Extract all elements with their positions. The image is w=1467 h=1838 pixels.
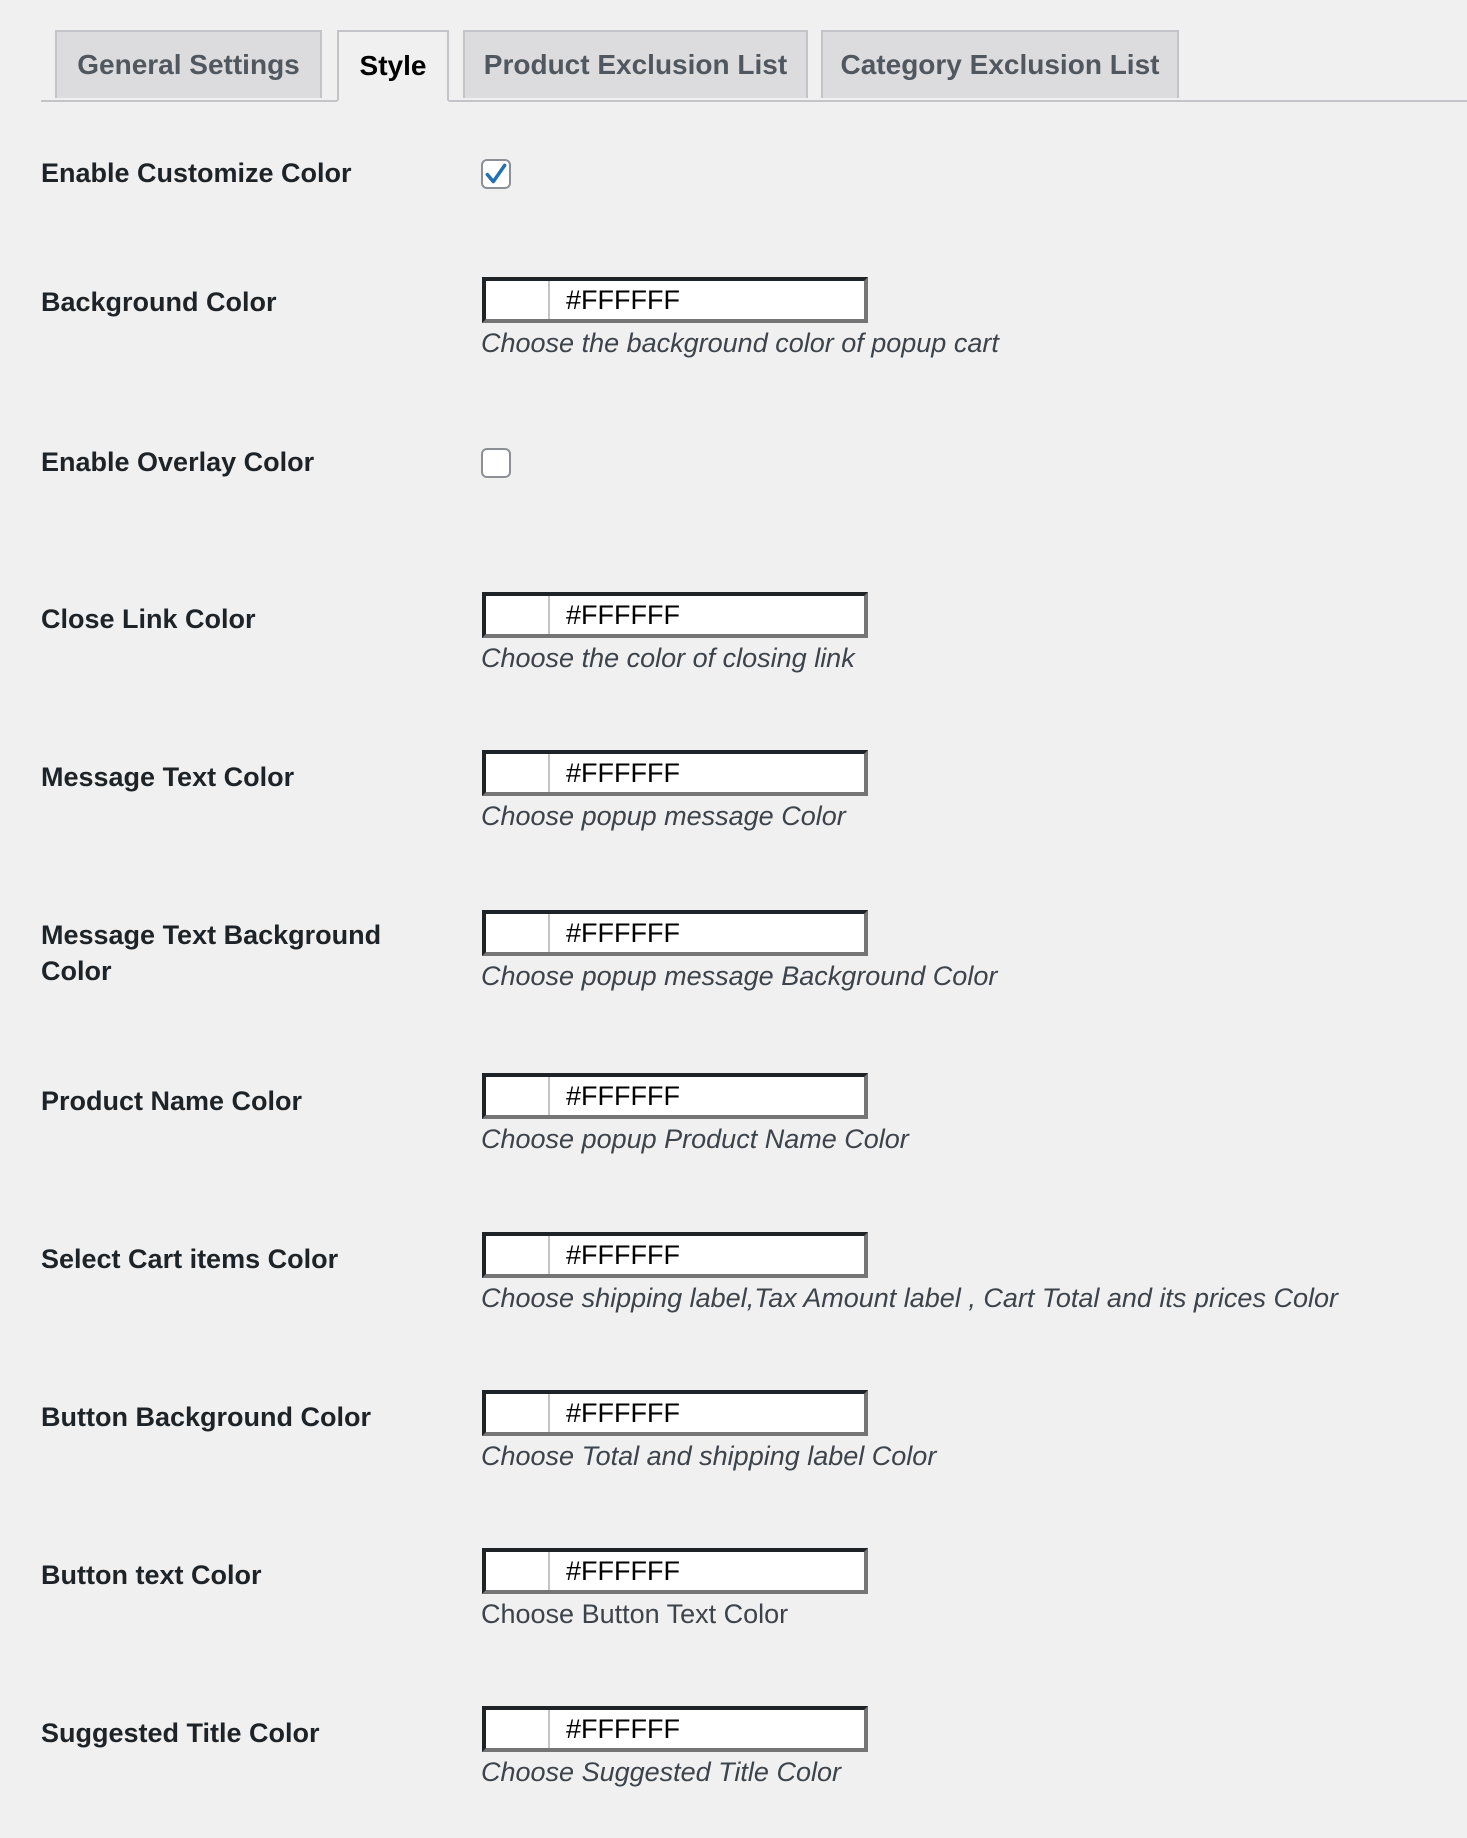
select-cart-items-color-picker[interactable]: #FFFFFF (482, 1232, 868, 1278)
tab-category-exclusion-list[interactable]: Category Exclusion List (821, 30, 1179, 98)
color-swatch[interactable] (486, 754, 550, 792)
setting-label: Product Name Color (41, 1086, 303, 1116)
setting-label: Enable Customize Color (41, 158, 352, 188)
setting-description: Choose Button Text Color (481, 1599, 789, 1629)
enable-customize-color-checkbox[interactable] (481, 159, 511, 189)
enable-overlay-color-checkbox[interactable] (481, 448, 511, 478)
button-text-color-picker[interactable]: #FFFFFF (482, 1548, 868, 1594)
setting-description: Choose the background color of popup car… (481, 328, 999, 358)
color-hex-value[interactable]: #FFFFFF (550, 1710, 680, 1748)
message-text-color-picker[interactable]: #FFFFFF (482, 750, 868, 796)
color-swatch[interactable] (486, 914, 550, 952)
color-hex-value[interactable]: #FFFFFF (550, 1236, 680, 1274)
color-hex-value[interactable]: #FFFFFF (550, 914, 680, 952)
color-hex-value[interactable]: #FFFFFF (550, 754, 680, 792)
setting-label: Background Color (41, 287, 277, 317)
color-swatch[interactable] (486, 1394, 550, 1432)
color-hex-value[interactable]: #FFFFFF (550, 281, 680, 319)
checkmark-icon (485, 163, 507, 184)
color-swatch[interactable] (486, 1236, 550, 1274)
button-background-color-picker[interactable]: #FFFFFF (482, 1390, 868, 1436)
setting-description: Choose Suggested Title Color (481, 1757, 841, 1787)
suggested-title-color-picker[interactable]: #FFFFFF (482, 1706, 868, 1752)
setting-description: Choose popup message Color (481, 801, 846, 831)
color-swatch[interactable] (486, 1077, 550, 1115)
setting-label: Suggested Title Color (41, 1718, 320, 1748)
setting-description: Choose shipping label,Tax Amount label ,… (481, 1283, 1338, 1313)
background-color-picker[interactable]: #FFFFFF (482, 277, 868, 323)
color-hex-value[interactable]: #FFFFFF (550, 596, 680, 634)
setting-label: Message Text Background Color (41, 920, 382, 986)
setting-label: Enable Overlay Color (41, 447, 315, 477)
setting-label: Button text Color (41, 1560, 262, 1590)
color-swatch[interactable] (486, 1552, 550, 1590)
setting-label: Button Background Color (41, 1402, 371, 1432)
setting-description: Choose popup Product Name Color (481, 1124, 909, 1154)
tab-general-settings[interactable]: General Settings (55, 30, 322, 98)
close-link-color-picker[interactable]: #FFFFFF (482, 592, 868, 638)
setting-label: Close Link Color (41, 604, 256, 634)
setting-description: Choose the color of closing link (481, 643, 855, 673)
setting-label: Select Cart items Color (41, 1244, 339, 1274)
color-hex-value[interactable]: #FFFFFF (550, 1552, 680, 1590)
settings-tabs: General Settings Style Product Exclusion… (41, 30, 1467, 102)
color-swatch[interactable] (486, 1710, 550, 1748)
message-text-background-color-picker[interactable]: #FFFFFF (482, 910, 868, 956)
tab-product-exclusion-list[interactable]: Product Exclusion List (463, 30, 808, 98)
color-hex-value[interactable]: #FFFFFF (550, 1394, 680, 1432)
tab-style[interactable]: Style (337, 30, 449, 102)
color-swatch[interactable] (486, 281, 550, 319)
color-hex-value[interactable]: #FFFFFF (550, 1077, 680, 1115)
setting-label: Message Text Color (41, 762, 295, 792)
product-name-color-picker[interactable]: #FFFFFF (482, 1073, 868, 1119)
setting-description: Choose Total and shipping label Color (481, 1441, 937, 1471)
color-swatch[interactable] (486, 596, 550, 634)
setting-description: Choose popup message Background Color (481, 961, 998, 991)
